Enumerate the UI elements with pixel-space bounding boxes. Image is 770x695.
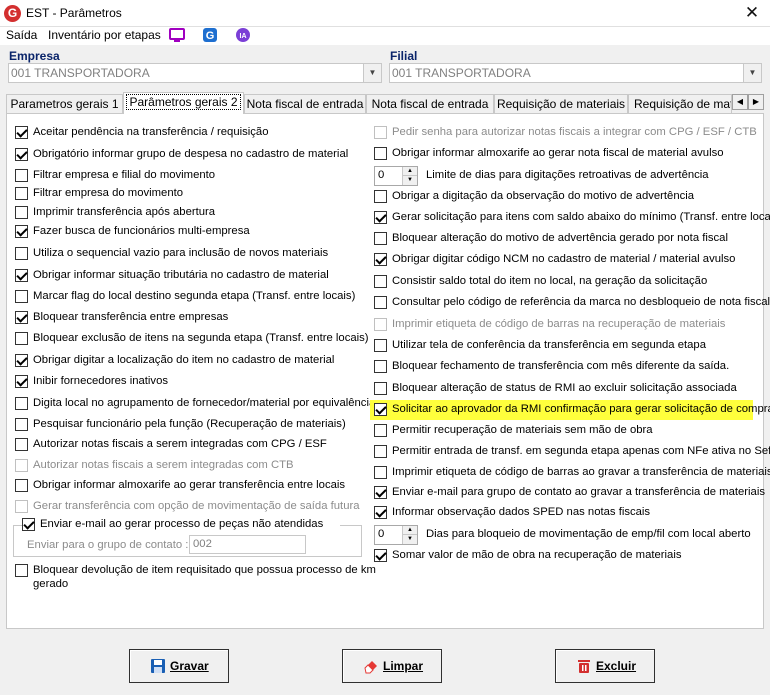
right-1-checkbox[interactable] bbox=[374, 147, 387, 160]
tab-scroll-right-icon[interactable]: ▶ bbox=[748, 94, 764, 110]
floppy-disk-icon bbox=[151, 659, 165, 673]
menu-inventario[interactable]: Inventário por etapas bbox=[48, 28, 161, 42]
right-11-checkbox[interactable] bbox=[374, 360, 387, 373]
eraser-icon bbox=[364, 661, 377, 674]
block-return-checkbox[interactable] bbox=[15, 564, 28, 577]
close-icon[interactable]: ✕ bbox=[742, 3, 762, 23]
left-17-checkbox[interactable] bbox=[15, 479, 28, 492]
right-6-checkbox[interactable] bbox=[374, 253, 387, 266]
tab-strip: Parametros gerais 1 Parâmetros gerais 2 … bbox=[6, 92, 766, 125]
title-bar: G EST - Parâmetros ✕ bbox=[0, 0, 770, 27]
clear-button[interactable]: Limpar bbox=[342, 649, 442, 683]
left-18-checkbox bbox=[15, 500, 28, 513]
right-13-option[interactable]: Solicitar ao aprovador da RMI confirmaçã… bbox=[370, 400, 770, 420]
right-14-checkbox[interactable] bbox=[374, 424, 387, 437]
right-2-spinner[interactable]: 0 ▲ ▼ bbox=[374, 166, 418, 186]
filial-label: Filial bbox=[390, 49, 418, 63]
left-6-checkbox[interactable] bbox=[15, 247, 28, 260]
filial-select[interactable]: 001 TRANSPORTADORA ▼ bbox=[389, 63, 762, 83]
spinner-down-icon[interactable]: ▼ bbox=[402, 535, 417, 544]
right-17-checkbox[interactable] bbox=[374, 486, 387, 499]
menu-saida[interactable]: Saída bbox=[6, 28, 37, 42]
g-app-icon[interactable]: G bbox=[202, 27, 218, 43]
left-0-checkbox[interactable] bbox=[15, 126, 28, 139]
tab-requisicao-materiais-2[interactable]: Requisição de materi bbox=[628, 94, 732, 114]
left-9-checkbox[interactable] bbox=[15, 311, 28, 324]
tab-requisicao-materiais[interactable]: Requisição de materiais bbox=[494, 94, 628, 114]
left-4-checkbox[interactable] bbox=[15, 206, 28, 219]
right-4-checkbox[interactable] bbox=[374, 211, 387, 224]
right-19-spinner[interactable]: 0 ▲ ▼ bbox=[374, 525, 418, 545]
menu-bar: Saída Inventário por etapas G IA bbox=[0, 27, 770, 45]
spinner-up-icon[interactable]: ▲ bbox=[402, 526, 417, 535]
tab-scroll-left-icon[interactable]: ◀ bbox=[732, 94, 748, 110]
right-8-checkbox[interactable] bbox=[374, 296, 387, 309]
delete-button[interactable]: Excluir bbox=[555, 649, 655, 683]
app-logo-icon: G bbox=[4, 5, 21, 22]
left-2-checkbox[interactable] bbox=[15, 169, 28, 182]
email-group-option[interactable]: Enviar e-mail ao gerar processo de peças… bbox=[22, 517, 340, 533]
spinner-up-icon[interactable]: ▲ bbox=[402, 167, 417, 176]
left-13-checkbox[interactable] bbox=[15, 397, 28, 410]
right-2-label: Limite de dias para digitações retroativ… bbox=[426, 169, 709, 181]
left-15-checkbox[interactable] bbox=[15, 438, 28, 451]
ai-assistant-icon[interactable]: IA bbox=[235, 27, 251, 43]
right-9-checkbox bbox=[374, 318, 387, 331]
chevron-down-icon[interactable]: ▼ bbox=[743, 64, 761, 82]
left-12-checkbox[interactable] bbox=[15, 375, 28, 388]
empresa-label: Empresa bbox=[9, 49, 60, 63]
left-10-checkbox[interactable] bbox=[15, 332, 28, 345]
svg-text:G: G bbox=[206, 30, 215, 42]
svg-text:IA: IA bbox=[240, 33, 247, 40]
chevron-down-icon[interactable]: ▼ bbox=[363, 64, 381, 82]
left-7-checkbox[interactable] bbox=[15, 269, 28, 282]
trash-icon bbox=[578, 660, 590, 673]
right-7-checkbox[interactable] bbox=[374, 275, 387, 288]
tab-nota-fiscal-entrada[interactable]: Nota fiscal de entrada bbox=[244, 94, 366, 114]
right-10-checkbox[interactable] bbox=[374, 339, 387, 352]
empresa-select[interactable]: 001 TRANSPORTADORA ▼ bbox=[8, 63, 382, 83]
contact-group-input[interactable]: 002 bbox=[189, 535, 306, 554]
right-3-checkbox[interactable] bbox=[374, 190, 387, 203]
right-12-checkbox[interactable] bbox=[374, 382, 387, 395]
right-0-checkbox bbox=[374, 126, 387, 139]
right-15-checkbox[interactable] bbox=[374, 445, 387, 458]
right-5-checkbox[interactable] bbox=[374, 232, 387, 245]
monitor-icon[interactable] bbox=[169, 27, 185, 43]
tab-parametros-gerais-2[interactable]: Parâmetros gerais 2 bbox=[123, 92, 244, 114]
left-14-checkbox[interactable] bbox=[15, 418, 28, 431]
tab-parametros-gerais-1[interactable]: Parametros gerais 1 bbox=[6, 94, 123, 114]
left-8-checkbox[interactable] bbox=[15, 290, 28, 303]
right-18-checkbox[interactable] bbox=[374, 506, 387, 519]
left-3-checkbox[interactable] bbox=[15, 187, 28, 200]
tab-nota-fiscal-entrada-2[interactable]: Nota fiscal de entrada 2 bbox=[366, 94, 494, 125]
left-5-checkbox[interactable] bbox=[15, 225, 28, 238]
spinner-down-icon[interactable]: ▼ bbox=[402, 176, 417, 185]
right-16-checkbox[interactable] bbox=[374, 466, 387, 479]
left-1-checkbox[interactable] bbox=[15, 148, 28, 161]
right-19-label: Dias para bloqueio de movimentação de em… bbox=[426, 528, 751, 540]
left-11-checkbox[interactable] bbox=[15, 354, 28, 367]
window-title: EST - Parâmetros bbox=[26, 6, 122, 20]
email-group-checkbox[interactable] bbox=[22, 518, 35, 531]
save-button[interactable]: Gravar bbox=[129, 649, 229, 683]
contact-group-label: Enviar para o grupo de contato : bbox=[27, 539, 189, 551]
right-13-checkbox[interactable] bbox=[374, 403, 387, 416]
left-16-checkbox bbox=[15, 459, 28, 472]
right-20-checkbox[interactable] bbox=[374, 549, 387, 562]
empresa-value: 001 TRANSPORTADORA bbox=[11, 66, 150, 80]
filial-value: 001 TRANSPORTADORA bbox=[392, 66, 531, 80]
